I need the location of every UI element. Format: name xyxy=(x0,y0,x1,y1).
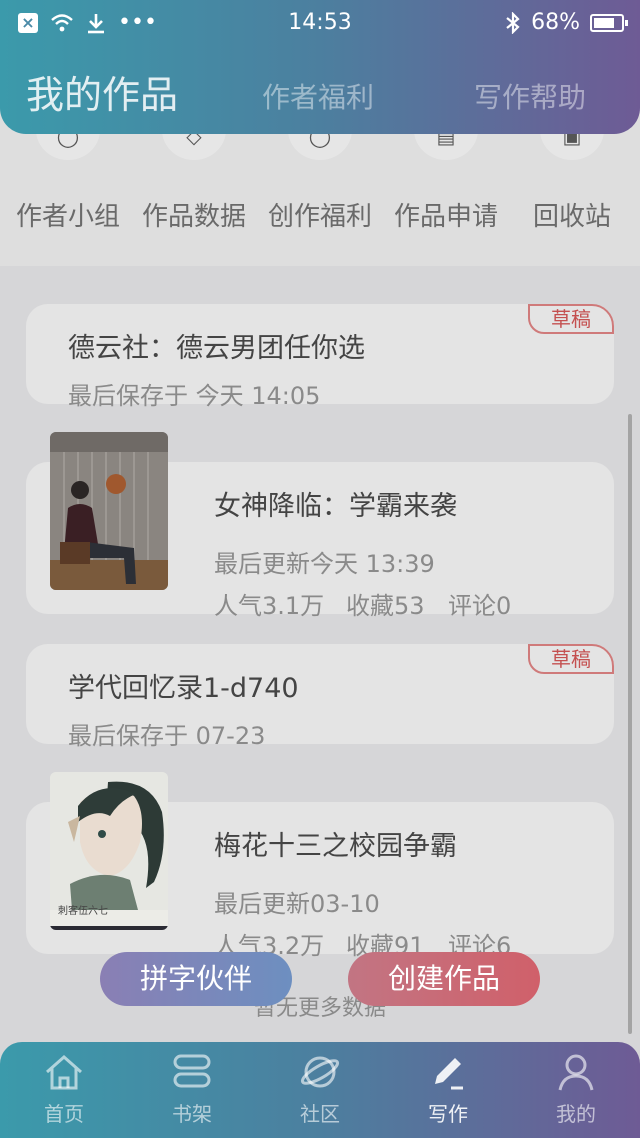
draft-tag: 草稿 xyxy=(528,644,614,674)
nav-label: 首页 xyxy=(44,1102,84,1126)
quick-item-label: 回收站 xyxy=(532,202,611,232)
quick-item-label: 作品申请 xyxy=(393,202,498,232)
person-icon xyxy=(558,1054,594,1091)
quick-item-label: 创作福利 xyxy=(267,202,372,232)
battery-icon xyxy=(590,13,628,32)
nav-label: 书架 xyxy=(172,1102,212,1126)
work-comments: 评论0 xyxy=(448,592,512,620)
work-cover-image[interactable]: 刺客伍六七 xyxy=(50,772,168,930)
work-card-draft[interactable]: 草稿 德云社：德云男团任你选 最后保存于 今天 14:05 xyxy=(26,304,614,410)
work-title: 德云社：德云男团任你选 xyxy=(68,333,365,364)
work-title: 女神降临：学霸来袭 xyxy=(214,491,457,522)
planet-icon xyxy=(300,1056,340,1088)
work-popularity: 人气3.1万 xyxy=(214,592,325,620)
scrollbar[interactable] xyxy=(628,414,632,1034)
work-favorites: 收藏53 xyxy=(346,592,425,620)
nav-community[interactable]: 社区 xyxy=(256,1052,384,1127)
nav-home[interactable]: 首页 xyxy=(0,1052,128,1127)
nav-label: 我的 xyxy=(556,1102,596,1126)
pen-icon xyxy=(435,1058,463,1090)
cover-caption: 刺客伍六七 xyxy=(58,906,108,917)
nav-write[interactable]: 写作 xyxy=(384,1052,512,1127)
header-tabs: 我的作品 作者福利 写作帮助 xyxy=(0,60,640,120)
home-icon xyxy=(46,1054,82,1090)
draft-tag: 草稿 xyxy=(528,304,614,334)
tab-writing-help[interactable]: 写作帮助 xyxy=(474,76,586,116)
bottom-nav: 首页 书架 社区 写作 我的 xyxy=(0,1042,640,1138)
work-card-draft[interactable]: 草稿 学代回忆录1-d740 最后保存于 07-23 xyxy=(26,644,614,750)
app-header: × ••• 14:53 68% 我的作品 作者福利 写作帮助 xyxy=(0,0,640,134)
work-cover-image[interactable] xyxy=(50,432,168,590)
tab-author-benefits[interactable]: 作者福利 xyxy=(262,76,374,116)
work-saved-time: 最后保存于 07-23 xyxy=(68,722,266,750)
bookshelf-icon xyxy=(173,1054,211,1088)
quick-item-label: 作者小组 xyxy=(15,202,120,232)
quick-item-label: 作品数据 xyxy=(141,202,246,232)
work-updated-time: 最后更新03-10 xyxy=(214,890,380,918)
status-bar: × ••• 14:53 68% xyxy=(0,0,640,46)
work-title: 学代回忆录1-d740 xyxy=(68,673,299,704)
battery-percent: 68% xyxy=(531,10,580,35)
work-saved-time: 最后保存于 今天 14:05 xyxy=(68,382,321,410)
nav-bookshelf[interactable]: 书架 xyxy=(128,1052,256,1127)
no-more-data-text: 暂无更多数据 xyxy=(253,996,386,1021)
nav-label: 写作 xyxy=(428,1102,468,1126)
create-work-button[interactable]: 创建作品 xyxy=(348,952,540,1006)
nav-mine[interactable]: 我的 xyxy=(512,1052,640,1127)
writing-partner-button[interactable]: 拼字伙伴 xyxy=(100,952,292,1006)
work-updated-time: 最后更新今天 13:39 xyxy=(214,550,435,578)
tab-my-works[interactable]: 我的作品 xyxy=(26,64,178,119)
bluetooth-icon xyxy=(506,11,520,34)
nav-label: 社区 xyxy=(300,1102,340,1126)
work-title: 梅花十三之校园争霸 xyxy=(214,831,457,862)
